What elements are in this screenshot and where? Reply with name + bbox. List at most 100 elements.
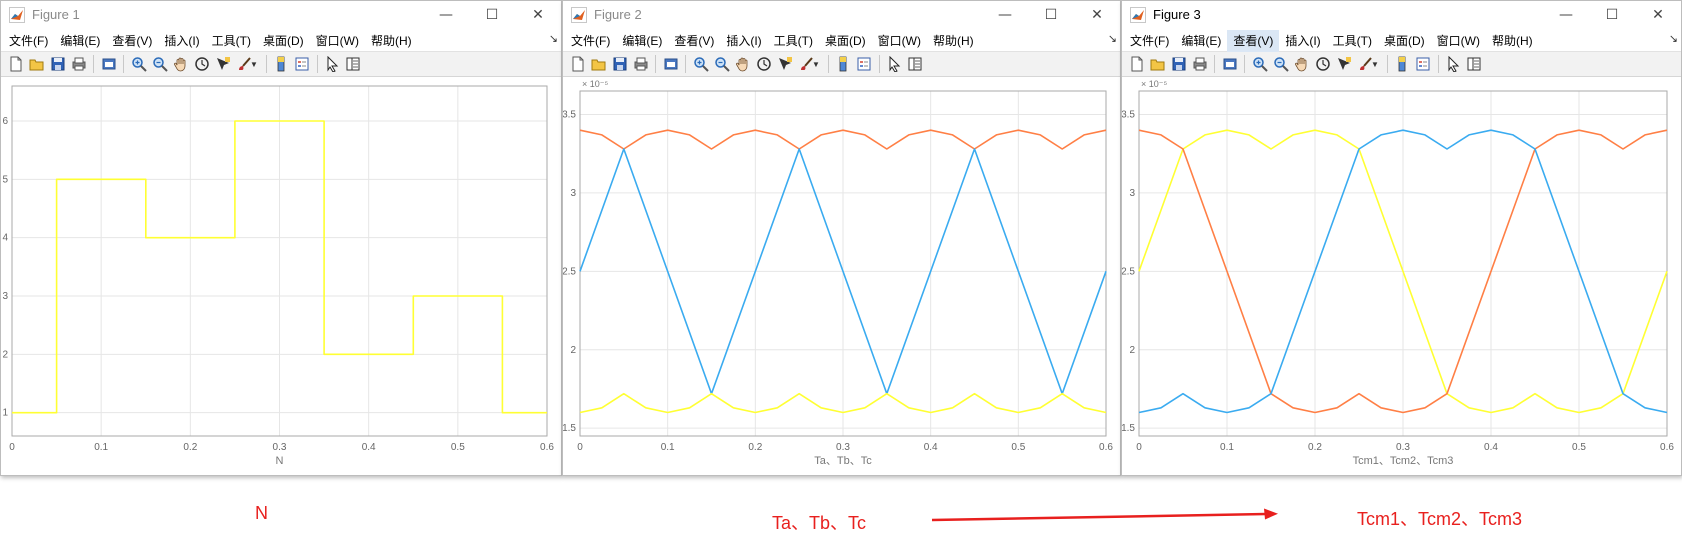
- property-inspector-icon[interactable]: [905, 54, 926, 74]
- menu-item[interactable]: 工具(T): [206, 30, 257, 52]
- menu-overflow-icon[interactable]: ↘: [1669, 32, 1678, 45]
- maximize-button[interactable]: ☐: [1589, 3, 1635, 27]
- menu-item[interactable]: 窗口(W): [310, 30, 365, 52]
- open-folder-icon[interactable]: [26, 54, 47, 74]
- new-file-icon[interactable]: [567, 54, 588, 74]
- axes[interactable]: 0 0.1 0.2 0.3 0.4 0.5 0.6 1.5 2 2.5 3 3.5 × 10⁻⁵ Ta、T…: [563, 79, 1113, 467]
- x-tick-label: 0.5: [1011, 442, 1025, 453]
- legend-icon[interactable]: [1413, 54, 1434, 74]
- menu-item[interactable]: 插入(I): [158, 30, 205, 52]
- close-button[interactable]: ✕: [1635, 3, 1681, 27]
- toolbar-separator: [93, 55, 94, 73]
- save-icon[interactable]: [1168, 54, 1189, 74]
- menu-item[interactable]: 编辑(E): [616, 30, 668, 52]
- menu-item[interactable]: 编辑(E): [1175, 30, 1227, 52]
- x-tick-label: 0.1: [94, 442, 108, 453]
- title-bar[interactable]: Figure 3 — ☐ ✕: [1122, 1, 1681, 29]
- menu-item[interactable]: 窗口(W): [1431, 30, 1486, 52]
- menu-item[interactable]: 帮助(H): [927, 30, 980, 52]
- axes[interactable]: 0 0.1 0.2 0.3 0.4 0.5 0.6 1.5 2 2.5 3 3.5 × 10⁻⁵ Tcm1…: [1122, 79, 1674, 467]
- zoom-in-icon[interactable]: [1249, 54, 1270, 74]
- menu-item[interactable]: 窗口(W): [872, 30, 927, 52]
- save-icon[interactable]: [47, 54, 68, 74]
- menu-item[interactable]: 插入(I): [1279, 30, 1326, 52]
- title-bar[interactable]: Figure 2 — ☐ ✕: [563, 1, 1120, 29]
- menu-item[interactable]: 查看(V): [668, 30, 720, 52]
- data-cursor-icon[interactable]: [212, 54, 233, 74]
- zoom-out-icon[interactable]: [711, 54, 732, 74]
- menu-item[interactable]: 查看(V): [106, 30, 158, 52]
- edit-plot-arrow-icon[interactable]: [322, 54, 343, 74]
- legend-icon[interactable]: [854, 54, 875, 74]
- title-bar[interactable]: Figure 1 — ☐ ✕: [1, 1, 561, 29]
- brush-dropdown-icon[interactable]: ▼: [812, 60, 820, 69]
- figure-2-window[interactable]: Figure 2— ☐ ✕ 文件(F) 编辑(E) 查看(V) 插入(I) 工具(T) 桌面(D…: [562, 0, 1121, 476]
- annotation-n: N: [255, 503, 268, 523]
- maximize-button[interactable]: ☐: [1028, 3, 1074, 27]
- menu-item[interactable]: 工具(T): [1327, 30, 1378, 52]
- property-inspector-icon[interactable]: [343, 54, 364, 74]
- minimize-button[interactable]: —: [1543, 3, 1589, 27]
- axes[interactable]: 0 0.1 0.2 0.3 0.4 0.5 0.6 1 2 3 4 5 6 N: [2, 85, 554, 467]
- plot-canvas[interactable]: 0 0.1 0.2 0.3 0.4 0.5 0.6 1.5 2 2.5 3 3.5 × 10⁻⁵ Tcm1…: [1122, 77, 1679, 475]
- menu-item[interactable]: 编辑(E): [54, 30, 106, 52]
- zoom-in-icon[interactable]: [690, 54, 711, 74]
- zoom-in-icon[interactable]: [128, 54, 149, 74]
- print-preview-icon[interactable]: [660, 54, 681, 74]
- menu-overflow-icon[interactable]: ↘: [1108, 32, 1117, 45]
- print-preview-icon[interactable]: [98, 54, 119, 74]
- save-icon[interactable]: [609, 54, 630, 74]
- menu-overflow-icon[interactable]: ↘: [549, 32, 558, 45]
- colorbar-icon[interactable]: [833, 54, 854, 74]
- edit-plot-arrow-icon[interactable]: [1443, 54, 1464, 74]
- menu-item[interactable]: 工具(T): [768, 30, 819, 52]
- pan-hand-icon[interactable]: [1291, 54, 1312, 74]
- edit-plot-arrow-icon[interactable]: [884, 54, 905, 74]
- menu-item[interactable]: 桌面(D): [1378, 30, 1431, 52]
- close-button[interactable]: ✕: [515, 3, 561, 27]
- open-folder-icon[interactable]: [1147, 54, 1168, 74]
- menu-item[interactable]: 文件(F): [3, 30, 54, 52]
- rotate-3d-icon[interactable]: [753, 54, 774, 74]
- print-icon[interactable]: [630, 54, 651, 74]
- zoom-out-icon[interactable]: [149, 54, 170, 74]
- plot-canvas[interactable]: 0 0.1 0.2 0.3 0.4 0.5 0.6 1 2 3 4 5 6 N: [1, 77, 559, 475]
- zoom-out-icon[interactable]: [1270, 54, 1291, 74]
- brush-dropdown-icon[interactable]: ▼: [1371, 60, 1379, 69]
- menu-item[interactable]: 帮助(H): [365, 30, 418, 52]
- menu-item[interactable]: 桌面(D): [257, 30, 310, 52]
- figure-1-window[interactable]: Figure 1— ☐ ✕ 文件(F) 编辑(E) 查看(V) 插入(I) 工具(T) 桌面(D…: [0, 0, 562, 476]
- open-folder-icon[interactable]: [588, 54, 609, 74]
- rotate-3d-icon[interactable]: [191, 54, 212, 74]
- menu-item[interactable]: 帮助(H): [1486, 30, 1539, 52]
- figure-3-window[interactable]: Figure 3— ☐ ✕ 文件(F) 编辑(E) 查看(V) 插入(I) 工具(T) 桌面(D…: [1121, 0, 1682, 476]
- print-icon[interactable]: [68, 54, 89, 74]
- pan-hand-icon[interactable]: [732, 54, 753, 74]
- brush-dropdown-icon[interactable]: ▼: [250, 60, 258, 69]
- rotate-3d-icon[interactable]: [1312, 54, 1333, 74]
- colorbar-icon[interactable]: [271, 54, 292, 74]
- colorbar-icon[interactable]: [1392, 54, 1413, 74]
- maximize-button[interactable]: ☐: [469, 3, 515, 27]
- y-tick-label: 1: [2, 408, 8, 419]
- x-tick-label: 0.3: [273, 442, 287, 453]
- print-preview-icon[interactable]: [1219, 54, 1240, 74]
- menu-item[interactable]: 文件(F): [565, 30, 616, 52]
- menu-item[interactable]: 桌面(D): [819, 30, 872, 52]
- data-cursor-icon[interactable]: [1333, 54, 1354, 74]
- data-cursor-icon[interactable]: [774, 54, 795, 74]
- minimize-button[interactable]: —: [423, 3, 469, 27]
- new-file-icon[interactable]: [5, 54, 26, 74]
- plot-canvas[interactable]: 0 0.1 0.2 0.3 0.4 0.5 0.6 1.5 2 2.5 3 3.5 × 10⁻⁵ Ta、T…: [563, 77, 1118, 475]
- print-icon[interactable]: [1189, 54, 1210, 74]
- menu-item[interactable]: 插入(I): [720, 30, 767, 52]
- new-file-icon[interactable]: [1126, 54, 1147, 74]
- property-inspector-icon[interactable]: [1464, 54, 1485, 74]
- x-tick-label: 0: [1136, 442, 1142, 453]
- pan-hand-icon[interactable]: [170, 54, 191, 74]
- menu-item[interactable]: 查看(V): [1227, 30, 1280, 52]
- legend-icon[interactable]: [292, 54, 313, 74]
- minimize-button[interactable]: —: [982, 3, 1028, 27]
- menu-item[interactable]: 文件(F): [1124, 30, 1175, 52]
- close-button[interactable]: ✕: [1074, 3, 1120, 27]
